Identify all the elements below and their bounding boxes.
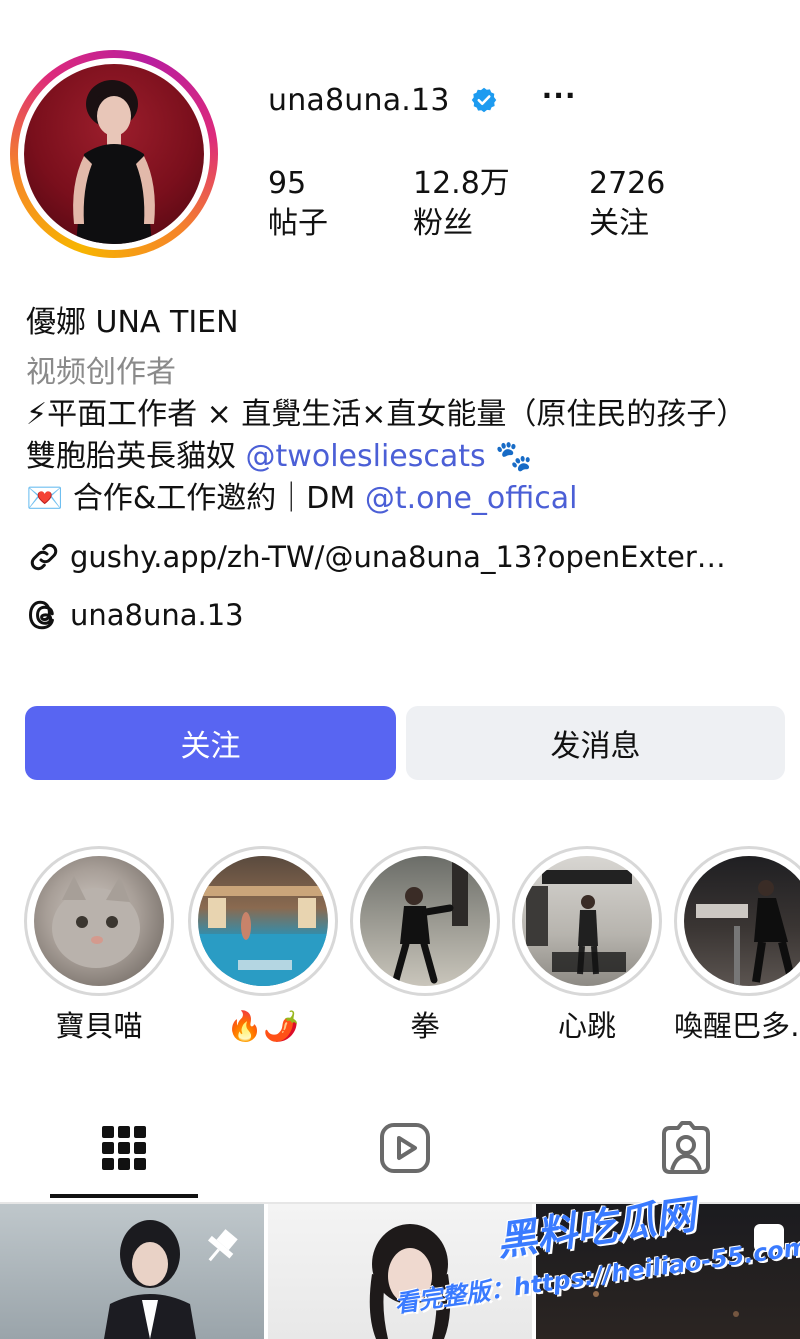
highlight-ring <box>188 846 338 996</box>
post-tile[interactable] <box>0 1204 264 1339</box>
highlight-item[interactable]: 喚醒巴多… <box>674 846 800 1046</box>
threads-row[interactable]: una8una.13 <box>26 592 790 638</box>
verified-badge-icon <box>471 87 496 113</box>
bio-line-2-text: 雙胞胎英長貓奴 <box>26 439 246 474</box>
threads-icon <box>28 600 54 630</box>
mention-link-twolesliescats[interactable]: @twolesliescats <box>246 439 486 474</box>
profile-avatar-story-ring[interactable] <box>10 50 218 258</box>
tagged-icon[interactable] <box>658 1120 714 1176</box>
stat-following[interactable]: 2726 关注 <box>589 164 665 244</box>
highlight-cover-gym <box>522 856 652 986</box>
stat-followers-value: 12.8万 <box>413 166 510 201</box>
post-tile[interactable] <box>536 1204 800 1339</box>
workout-photo <box>696 880 796 986</box>
highlight-label: 心跳 <box>557 1009 616 1043</box>
highlight-ring <box>350 846 500 996</box>
bio-line-3: 💌 合作&工作邀約｜DM @t.one_offical <box>26 478 790 520</box>
message-button[interactable]: 发消息 <box>406 706 785 780</box>
stat-following-label: 关注 <box>589 206 649 241</box>
display-name: 優娜 UNA TIEN <box>26 305 239 340</box>
post-tile[interactable] <box>268 1204 532 1339</box>
profile-tabs <box>0 1100 800 1204</box>
highlight-ring <box>512 846 662 996</box>
grid-icon[interactable] <box>96 1120 152 1176</box>
active-tab-indicator <box>50 1194 198 1198</box>
gym-photo <box>526 870 632 975</box>
highlight-label: 寶貝喵 <box>55 1009 143 1043</box>
boxing-photo <box>392 856 468 984</box>
highlight-cover-cat <box>34 856 164 986</box>
mention-link-t-one-offical[interactable]: @t.one_offical <box>365 481 578 516</box>
stat-posts-value: 95 <box>268 166 307 201</box>
highlight-item[interactable]: 🔥🌶️ <box>188 846 338 1046</box>
highlight-ring <box>24 846 174 996</box>
bio-line-3-text: 💌 合作&工作邀約｜DM <box>26 481 365 516</box>
reels-icon[interactable] <box>377 1120 433 1176</box>
highlight-cover-boxing <box>360 856 490 986</box>
username: una8una.13 <box>268 82 450 118</box>
external-link-row[interactable]: gushy.app/zh-TW/@una8una_13?openExter… <box>26 534 790 580</box>
post-photo-3 <box>593 1224 784 1317</box>
username-row: una8una.13 ··· <box>268 78 577 122</box>
stat-posts-label: 帖子 <box>268 206 328 241</box>
stat-following-value: 2726 <box>589 166 666 201</box>
highlight-label: 喚醒巴多… <box>674 1009 800 1043</box>
highlight-label: 拳 <box>410 1009 440 1043</box>
highlight-item[interactable]: 心跳 <box>512 846 662 1046</box>
post-photo-1 <box>104 1220 238 1339</box>
highlight-ring <box>674 846 800 996</box>
pin-icon <box>207 1229 238 1262</box>
stat-posts[interactable]: 95 帖子 <box>268 164 328 244</box>
post-grid <box>0 1204 800 1339</box>
bio-line-1: ⚡平面工作者 × 直覺生活×直女能量（原住民的孩子） <box>26 397 747 432</box>
video-badge-icon <box>754 1224 784 1252</box>
more-options-icon[interactable]: ··· <box>542 79 577 112</box>
highlight-label: 🔥🌶️ <box>226 1009 300 1043</box>
link-icon <box>30 543 58 571</box>
post-photo-2 <box>369 1224 451 1339</box>
paw-emoji: 🐾 <box>485 439 533 474</box>
avatar-photo <box>73 80 155 244</box>
bio-line-2: 雙胞胎英長貓奴 @twolesliescats 🐾 <box>26 436 790 478</box>
cat-photo <box>52 876 140 968</box>
pool-photo <box>198 886 328 986</box>
highlight-cover-pool <box>198 856 328 986</box>
stat-followers[interactable]: 12.8万 粉丝 <box>413 164 510 244</box>
highlight-item[interactable]: 寶貝喵 <box>24 846 174 1046</box>
stat-followers-label: 粉丝 <box>413 206 473 241</box>
highlight-item[interactable]: 拳 <box>350 846 500 1046</box>
external-link[interactable]: gushy.app/zh-TW/@una8una_13?openExter… <box>70 540 726 574</box>
avatar[interactable] <box>24 64 204 244</box>
bio: 優娜 UNA TIEN 视频创作者 ⚡平面工作者 × 直覺生活×直女能量（原住民… <box>26 302 790 638</box>
highlight-cover-workout <box>684 856 800 986</box>
follow-button[interactable]: 关注 <box>25 706 396 780</box>
category-label: 视频创作者 <box>26 355 176 390</box>
threads-handle[interactable]: una8una.13 <box>70 598 244 632</box>
